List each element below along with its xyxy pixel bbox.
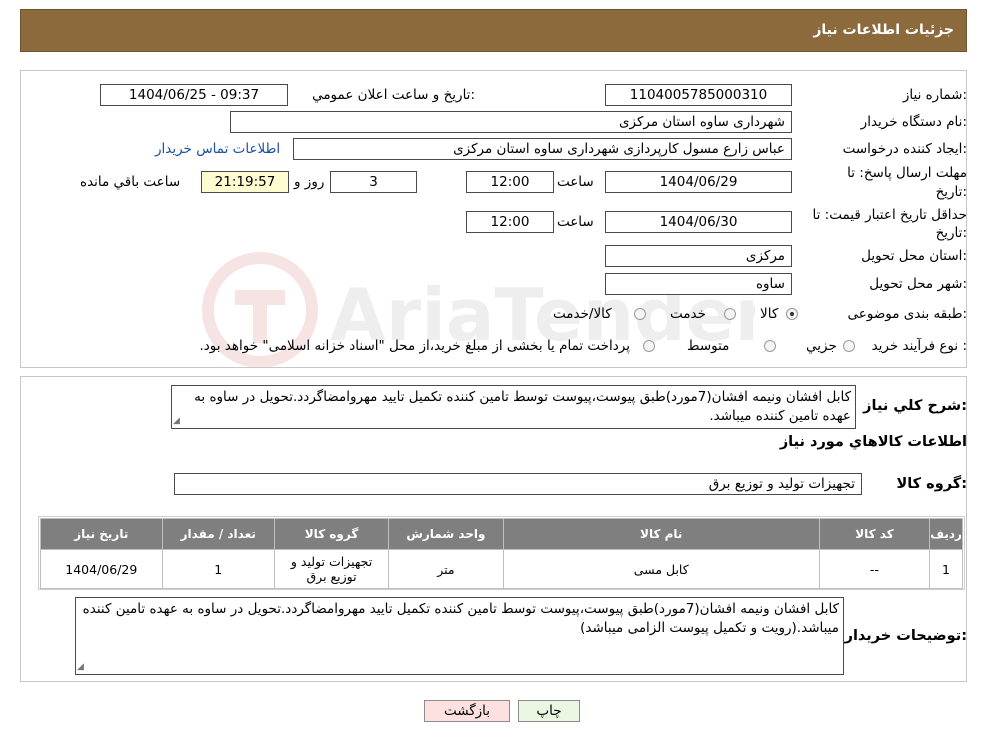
process-radio-partial[interactable] (843, 340, 855, 352)
col-need-date: تاريخ نياز (40, 518, 163, 550)
col-unit: واحد شمارش (388, 518, 504, 550)
buyer-org-label: نام دستگاه خريدار: (860, 114, 967, 130)
general-desc-label: شرح کلي نياز: (863, 398, 967, 414)
announce-date-field[interactable]: 1404/06/25 - 09:37 (100, 84, 288, 106)
deadline-time-field[interactable]: 12:00 (466, 171, 554, 193)
print-button[interactable]: چاپ (518, 700, 580, 722)
cell-row-number: 1 (929, 549, 963, 589)
process-label: نوع فرآيند خريد : (871, 338, 967, 354)
col-goods-code: کد کالا (818, 518, 931, 550)
cell-goods-code: -- (818, 549, 931, 589)
province-label: استان محل تحويل: (861, 248, 967, 264)
table-row[interactable]: 1 -- کابل مسی متر تجهیزات تولید و توزیع … (40, 549, 963, 589)
days-field[interactable]: 3 (330, 171, 417, 193)
buyer-notes-textarea[interactable]: كابل افشان ونيمه افشان(7مورد)طبق پيوست،پ… (75, 597, 844, 675)
validity-time-label: ساعت (557, 214, 594, 230)
days-label: روز و (294, 174, 325, 190)
table-header-row: رديف کد کالا نام کالا واحد شمارش گروه کا… (40, 518, 963, 550)
goods-table: رديف کد کالا نام کالا واحد شمارش گروه کا… (40, 518, 963, 589)
province-field[interactable]: مرکزی (605, 245, 792, 267)
category-radio-service[interactable] (724, 308, 736, 320)
process-option-medium: متوسط (687, 338, 730, 354)
deadline-date-field[interactable]: 1404/06/29 (605, 171, 792, 193)
deadline-time-label: ساعت (557, 174, 594, 190)
cell-unit: متر (388, 549, 504, 589)
category-radio-goods[interactable] (786, 308, 798, 320)
category-radio-goods-service[interactable] (634, 308, 646, 320)
validity-label: حداقل تاريخ اعتبار قيمت: تا (812, 207, 967, 223)
deadline-label-date: تاريخ: (935, 184, 967, 200)
col-quantity: تعداد / مقدار (161, 518, 275, 550)
goods-info-title: اطلاعات کالاهاي مورد نياز (779, 434, 967, 450)
creator-label: ايجاد کننده درخواست: (842, 141, 967, 157)
buyer-notes-label: توضيحات خريدار: (844, 628, 967, 644)
remaining-time-label: ساعت باقي مانده (80, 174, 181, 190)
resize-grip-icon[interactable]: ◢ (77, 662, 84, 672)
category-option-service: خدمت (670, 306, 706, 322)
validity-date-field[interactable]: 1404/06/30 (605, 211, 792, 233)
announce-date-label: تاریخ و ساعت اعلان عمومي: (312, 87, 475, 103)
category-option-goods-service: کالا/خدمت (553, 306, 612, 322)
page-title: جزئیات اطلاعات نیاز (813, 22, 954, 38)
category-label: طبقه بندی موضوعی: (847, 306, 967, 322)
col-goods-group: گروه کالا (273, 518, 390, 550)
city-label: شهر محل تحويل: (869, 276, 967, 292)
general-desc-textarea[interactable]: كابل افشان ونيمه افشان(7مورد)طبق پيوست،پ… (171, 385, 856, 429)
category-option-goods: کالا (760, 306, 779, 322)
back-button[interactable]: بازگشت (424, 700, 510, 722)
cell-goods-name: کابل مسی (502, 549, 820, 589)
cell-goods-group: تجهیزات تولید و توزیع برق (273, 549, 390, 589)
buyer-org-field[interactable]: شهرداری ساوه استان مرکزی (230, 111, 792, 133)
deadline-label: مهلت ارسال پاسخ: تا (847, 165, 967, 181)
process-note: پرداخت تمام يا بخشی از مبلغ خريد،از محل … (199, 338, 630, 354)
remaining-time-field: 21:19:57 (201, 171, 289, 193)
cell-quantity: 1 (161, 549, 275, 589)
process-option-partial: جزيي (806, 338, 837, 354)
col-goods-name: نام کالا (502, 518, 820, 550)
need-number-field[interactable]: 1104005785000310 (605, 84, 792, 106)
validity-label-date: تاريخ: (935, 225, 967, 241)
process-radio-medium[interactable] (764, 340, 776, 352)
resize-grip-icon[interactable]: ◢ (173, 416, 180, 426)
goods-group-field[interactable]: تجهیزات تولید و توزیع برق (174, 473, 862, 495)
cell-need-date: 1404/06/29 (40, 549, 163, 589)
process-checkbox-treasury[interactable] (643, 340, 655, 352)
col-row-number: رديف (929, 518, 963, 550)
need-number-label: شماره نیاز: (902, 87, 967, 103)
validity-time-field[interactable]: 12:00 (466, 211, 554, 233)
page-header: جزئیات اطلاعات نیاز (20, 9, 967, 52)
goods-group-label: گروه کالا: (896, 476, 967, 492)
city-field[interactable]: ساوه (605, 273, 792, 295)
buyer-contact-link[interactable]: اطلاعات تماس خريدار (155, 141, 280, 157)
creator-field[interactable]: عباس زارع مسول کارپردازی شهرداری ساوه اس… (293, 138, 792, 160)
